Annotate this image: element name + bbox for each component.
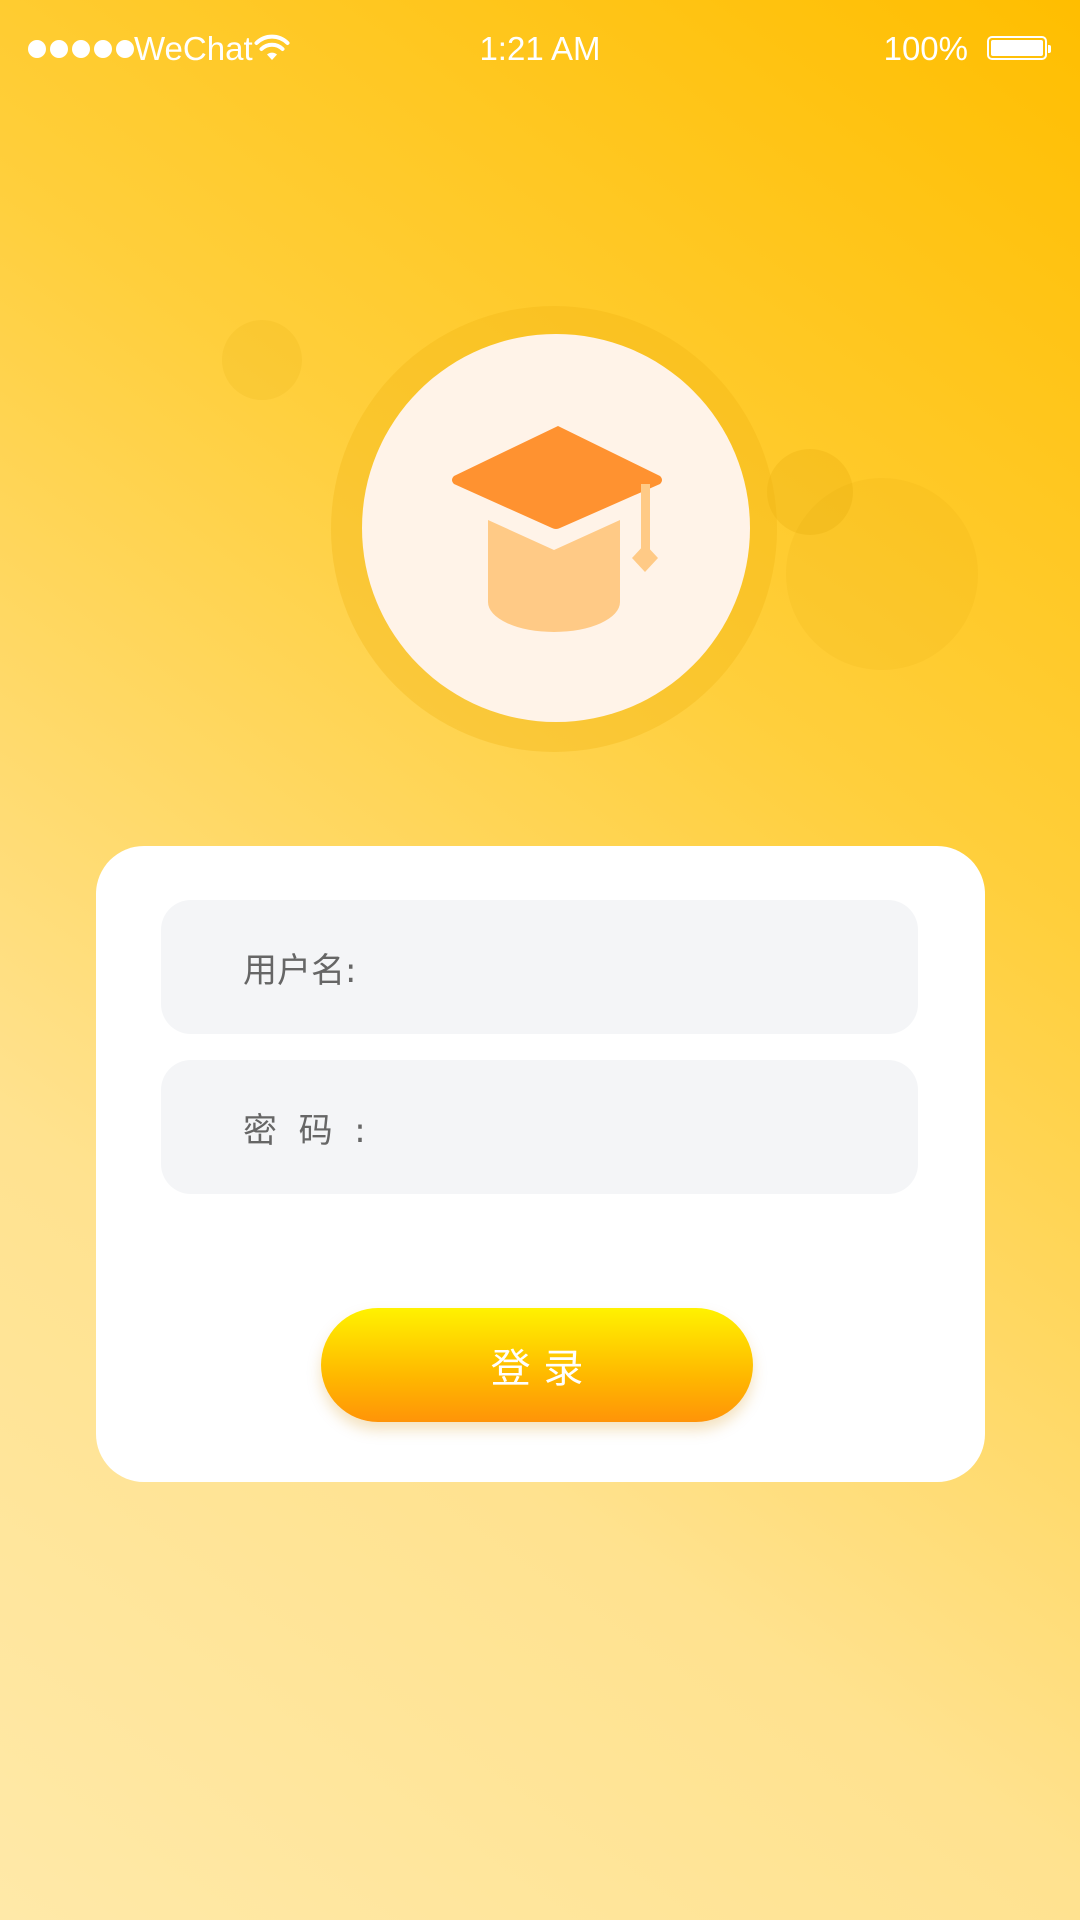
password-input[interactable] [365,1086,888,1168]
username-label: 用户名: [243,950,357,991]
status-bar: WeChat 1:21 AM 100% [0,0,1080,98]
username-field[interactable]: 用户名: [161,900,918,1034]
battery-fill [991,40,1043,56]
decorative-bubble [767,449,853,535]
password-field[interactable]: 密 码 : [161,1060,918,1194]
decorative-bubble [222,320,302,400]
battery-percent: 100% [883,30,968,67]
login-card: 用户名: 密 码 : 登 录 [96,846,985,1482]
username-input[interactable] [356,926,888,1008]
login-button[interactable]: 登 录 [321,1308,753,1422]
graduation-cap-icon [452,426,662,632]
battery-icon [987,36,1051,60]
password-label: 密 码 : [243,1110,366,1151]
